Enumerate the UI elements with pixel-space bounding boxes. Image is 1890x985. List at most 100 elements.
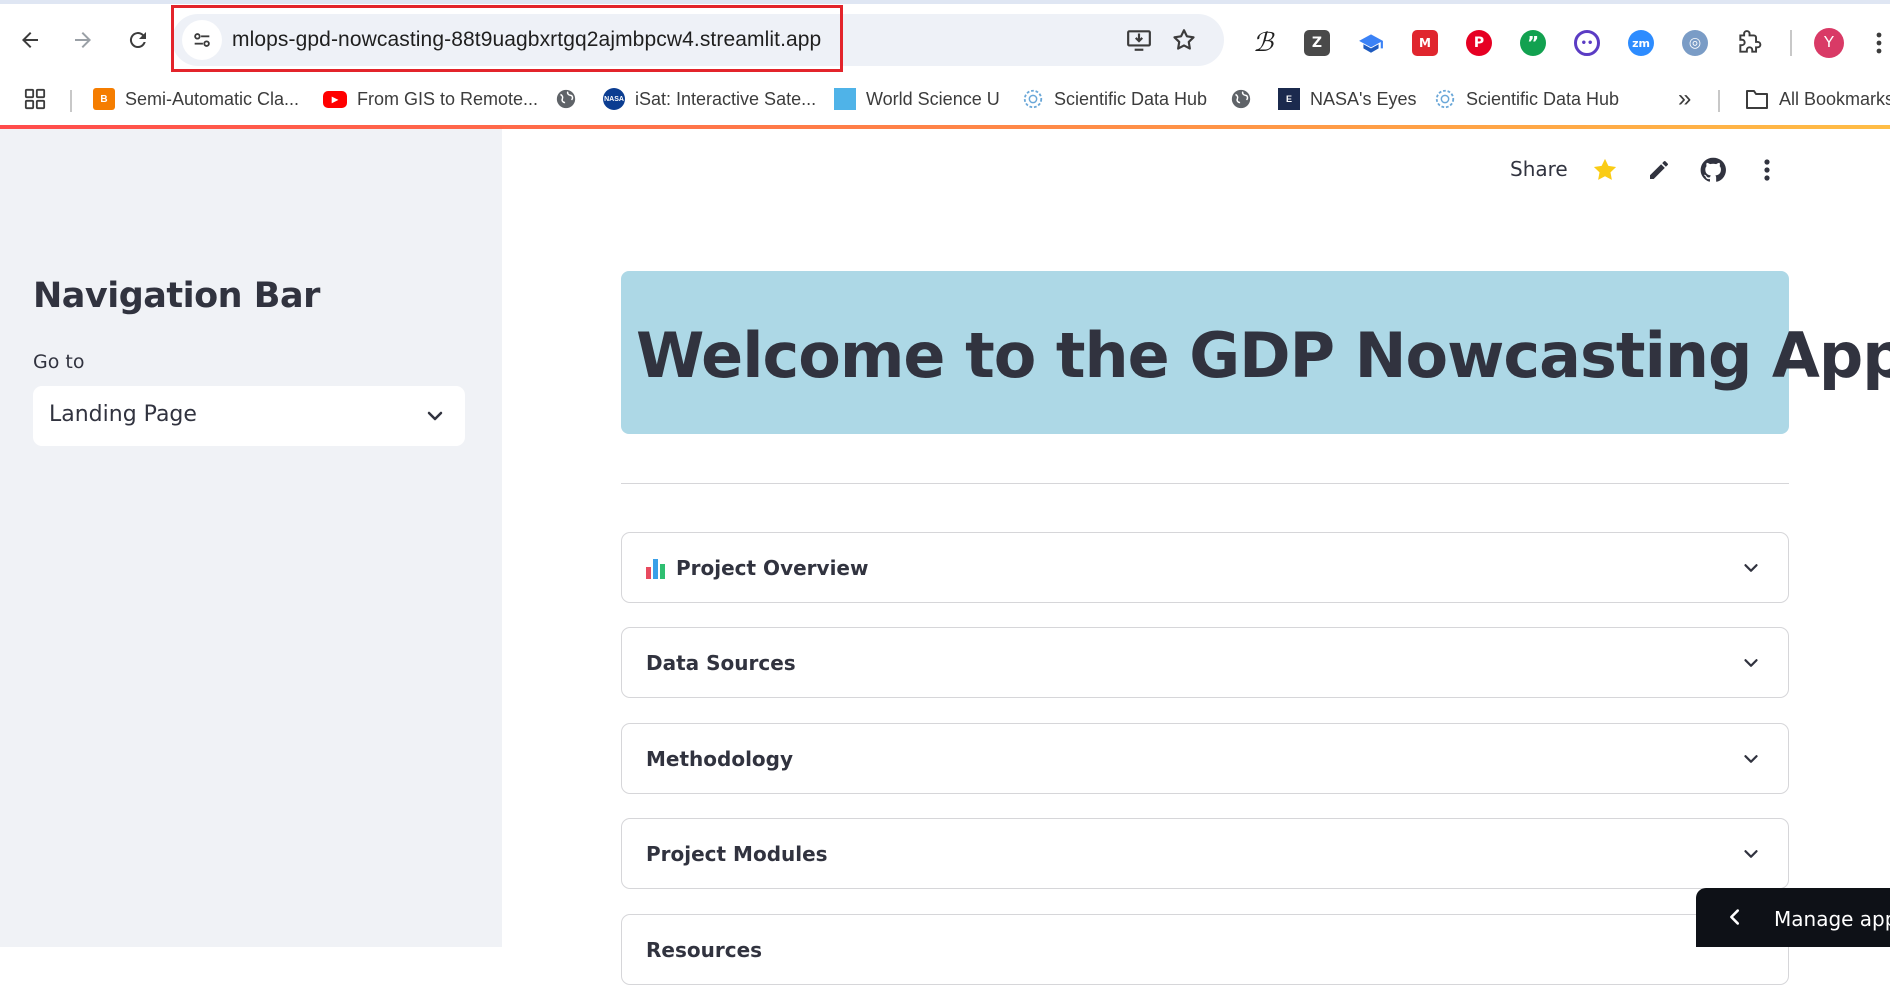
url-highlight-box xyxy=(171,5,843,72)
page-title: Welcome to the GDP Nowcasting App xyxy=(636,319,1890,392)
bookmark-item-3[interactable] xyxy=(555,84,577,114)
bookmark-label: iSat: Interactive Sate... xyxy=(635,88,817,109)
bookmark-separator xyxy=(70,90,72,112)
double-chevron-right-icon: » xyxy=(1678,85,1692,112)
browser-toolbar: mlops-gpd-nowcasting-88t9uagbxrtgq2ajmbp… xyxy=(0,4,1890,76)
browser-chrome: mlops-gpd-nowcasting-88t9uagbxrtgq2ajmbp… xyxy=(0,0,1890,129)
all-bookmarks-button[interactable]: All Bookmarks xyxy=(1745,84,1890,114)
star-outline-icon xyxy=(1173,29,1195,50)
sidebar-title: Navigation Bar xyxy=(33,276,320,316)
chevron-down-icon xyxy=(1744,755,1758,763)
divider xyxy=(621,483,1789,484)
pinterest-icon: P xyxy=(1466,30,1492,56)
all-bookmarks-label: All Bookmarks xyxy=(1779,88,1890,109)
welcome-banner: Welcome to the GDP Nowcasting App xyxy=(621,271,1890,434)
bookmarks-overflow-button[interactable]: » xyxy=(1678,84,1691,114)
chevron-down-icon xyxy=(427,411,443,421)
extension-4[interactable]: M xyxy=(1410,28,1440,58)
install-app-button[interactable] xyxy=(1125,26,1153,54)
star-filled-icon xyxy=(1593,158,1617,180)
chevron-down-icon xyxy=(1744,564,1758,572)
expander-label: Project Overview xyxy=(646,556,868,580)
apps-grid-icon xyxy=(24,88,46,110)
expander-title: Project Modules xyxy=(646,842,828,866)
arrow-right-icon xyxy=(75,32,91,48)
nasa-icon: NASA xyxy=(603,88,625,110)
back-button[interactable] xyxy=(10,20,50,60)
kebab-menu-icon xyxy=(1876,32,1882,54)
extension-3[interactable] xyxy=(1356,28,1386,58)
world-science-u-icon xyxy=(834,88,856,110)
profile-button[interactable]: Y xyxy=(1814,28,1844,58)
expander-resources[interactable]: Resources xyxy=(621,914,1789,985)
expander-title: Resources xyxy=(646,938,763,962)
expander-title: Project Overview xyxy=(676,556,869,580)
bookmark-label: Scientific Data Hub xyxy=(1054,88,1208,109)
chevron-down-icon xyxy=(1744,850,1758,858)
bookmark-label: Semi-Automatic Cla... xyxy=(125,88,300,109)
expander-project-overview[interactable]: Project Overview xyxy=(621,532,1789,603)
browser-menu-button[interactable] xyxy=(1868,28,1890,58)
graduation-cap-icon xyxy=(1359,34,1383,53)
extension-8[interactable]: zm xyxy=(1626,28,1656,58)
bookmark-label: From GIS to Remote... xyxy=(357,88,539,109)
github-icon xyxy=(1700,157,1726,182)
chevron-left-icon xyxy=(1730,909,1740,925)
chevron-down-icon xyxy=(1744,659,1758,667)
blogger-icon: B xyxy=(93,88,115,110)
zotero-icon: Z xyxy=(1304,30,1330,56)
data-hub-icon xyxy=(1435,89,1455,109)
sidebar: Navigation Bar Go to Landing Page xyxy=(0,129,502,947)
page-selectbox[interactable]: Landing Page xyxy=(33,386,465,446)
extensions-button[interactable] xyxy=(1734,28,1764,58)
youtube-icon: ▶ xyxy=(323,90,347,108)
app-menu-button[interactable] xyxy=(1752,155,1782,185)
apps-button[interactable] xyxy=(24,84,46,114)
reload-button[interactable] xyxy=(118,20,158,60)
bookmark-item-9[interactable]: Scientific Data Hub xyxy=(1434,84,1619,114)
extension-6[interactable]: ” xyxy=(1518,28,1548,58)
app-header: Share xyxy=(1510,149,1890,191)
swirl-extension-icon: ◎ xyxy=(1682,30,1708,56)
bookmark-label: Scientific Data Hub xyxy=(1466,88,1620,109)
bookmark-item-2[interactable]: ▶ From GIS to Remote... xyxy=(323,84,538,114)
share-button[interactable]: Share xyxy=(1510,157,1568,181)
data-hub-icon xyxy=(1023,89,1043,109)
kebab-menu-icon xyxy=(1764,159,1770,181)
bar-chart-icon xyxy=(646,557,668,579)
mendeley-icon: M xyxy=(1412,30,1438,56)
manage-app-label: Manage app xyxy=(1774,907,1890,931)
bookmark-item-6[interactable]: Scientific Data Hub xyxy=(1022,84,1207,114)
nasa-eyes-icon: E xyxy=(1278,88,1300,110)
favorite-button[interactable] xyxy=(1590,155,1620,185)
bookmark-label: World Science U xyxy=(866,88,1000,109)
manage-app-button[interactable]: Manage app xyxy=(1696,888,1890,947)
reload-icon xyxy=(129,32,146,49)
bookmark-item-5[interactable]: World Science U xyxy=(834,84,1000,114)
selected-page: Landing Page xyxy=(49,402,197,427)
expander-title: Data Sources xyxy=(646,651,796,675)
bookmark-star-button[interactable] xyxy=(1170,26,1198,54)
bookmarks-bar: B Semi-Automatic Cla... ▶ From GIS to Re… xyxy=(0,76,1890,122)
avatar: Y xyxy=(1814,28,1844,58)
extension-7[interactable]: •• xyxy=(1572,28,1602,58)
folder-icon xyxy=(1746,90,1768,109)
forward-button[interactable] xyxy=(63,20,103,60)
extension-5[interactable]: P xyxy=(1464,28,1494,58)
bookmark-item-8[interactable]: E NASA's Eyes xyxy=(1278,84,1416,114)
globe-icon xyxy=(556,89,576,109)
expander-project-modules[interactable]: Project Modules xyxy=(621,818,1789,889)
expander-methodology[interactable]: Methodology xyxy=(621,723,1789,794)
extension-2[interactable]: Z xyxy=(1302,28,1332,58)
install-icon xyxy=(1127,30,1151,51)
edit-button[interactable] xyxy=(1644,155,1674,185)
puzzle-icon xyxy=(1739,30,1762,53)
github-button[interactable] xyxy=(1698,155,1728,185)
extension-9[interactable]: ◎ xyxy=(1680,28,1710,58)
extension-1[interactable]: ℬ xyxy=(1248,28,1278,58)
bookmark-item-7[interactable] xyxy=(1230,84,1252,114)
expander-data-sources[interactable]: Data Sources xyxy=(621,627,1789,698)
bookmark-item-4[interactable]: NASA iSat: Interactive Sate... xyxy=(603,84,816,114)
pencil-icon xyxy=(1650,161,1668,179)
bookmark-item-1[interactable]: B Semi-Automatic Cla... xyxy=(93,84,299,114)
